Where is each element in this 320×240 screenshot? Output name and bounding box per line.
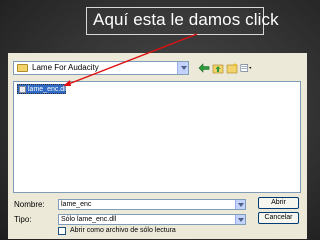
- annotation-arrow-head: [63, 80, 71, 86]
- annotation-arrow-line: [65, 33, 198, 86]
- slide-background: Aquí esta le damos click Lame For Audaci…: [0, 0, 320, 240]
- annotation-arrow: [63, 33, 198, 86]
